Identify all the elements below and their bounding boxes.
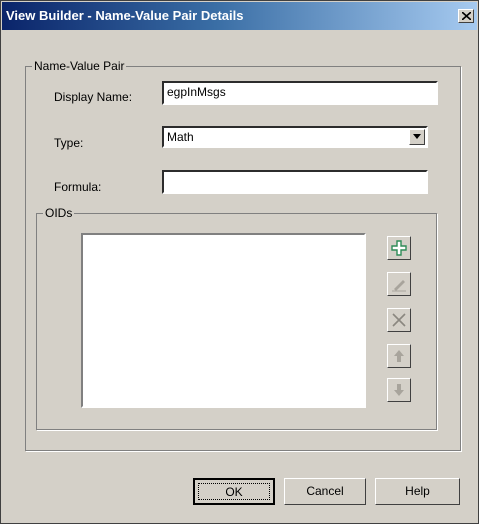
close-icon [462,12,471,20]
add-icon [391,240,407,256]
name-value-pair-legend: Name-Value Pair [34,59,125,73]
help-button-label: Help [405,484,430,498]
type-select-value: Math [167,130,194,144]
delete-oid-button[interactable] [387,308,411,332]
ok-button[interactable]: OK [193,478,275,505]
formula-input[interactable] [162,170,428,194]
cancel-button[interactable]: Cancel [284,478,366,505]
display-name-label: Display Name: [54,90,133,104]
edit-oid-button[interactable] [387,272,411,296]
display-name-input[interactable]: egpInMsgs [162,81,438,105]
window-title: View Builder - Name-Value Pair Details [6,8,244,23]
edit-icon [392,280,406,292]
add-oid-button[interactable] [387,236,411,260]
cancel-button-label: Cancel [306,484,344,498]
help-button[interactable]: Help [375,478,460,505]
oids-legend: OIDs [45,206,73,220]
oids-list[interactable] [81,233,366,408]
chevron-down-icon [413,134,421,139]
close-button[interactable] [458,9,474,23]
delete-icon [392,313,406,327]
ok-button-label: OK [225,485,243,499]
move-up-oid-button[interactable] [387,344,411,368]
title-bar[interactable]: View Builder - Name-Value Pair Details [2,2,477,30]
move-up-icon [394,350,404,362]
type-label: Type: [54,136,84,150]
formula-label: Formula: [54,180,102,194]
type-dropdown-button[interactable] [409,129,425,145]
move-down-oid-button[interactable] [387,378,411,402]
move-down-icon [394,384,404,396]
type-select[interactable]: Math [162,126,428,148]
